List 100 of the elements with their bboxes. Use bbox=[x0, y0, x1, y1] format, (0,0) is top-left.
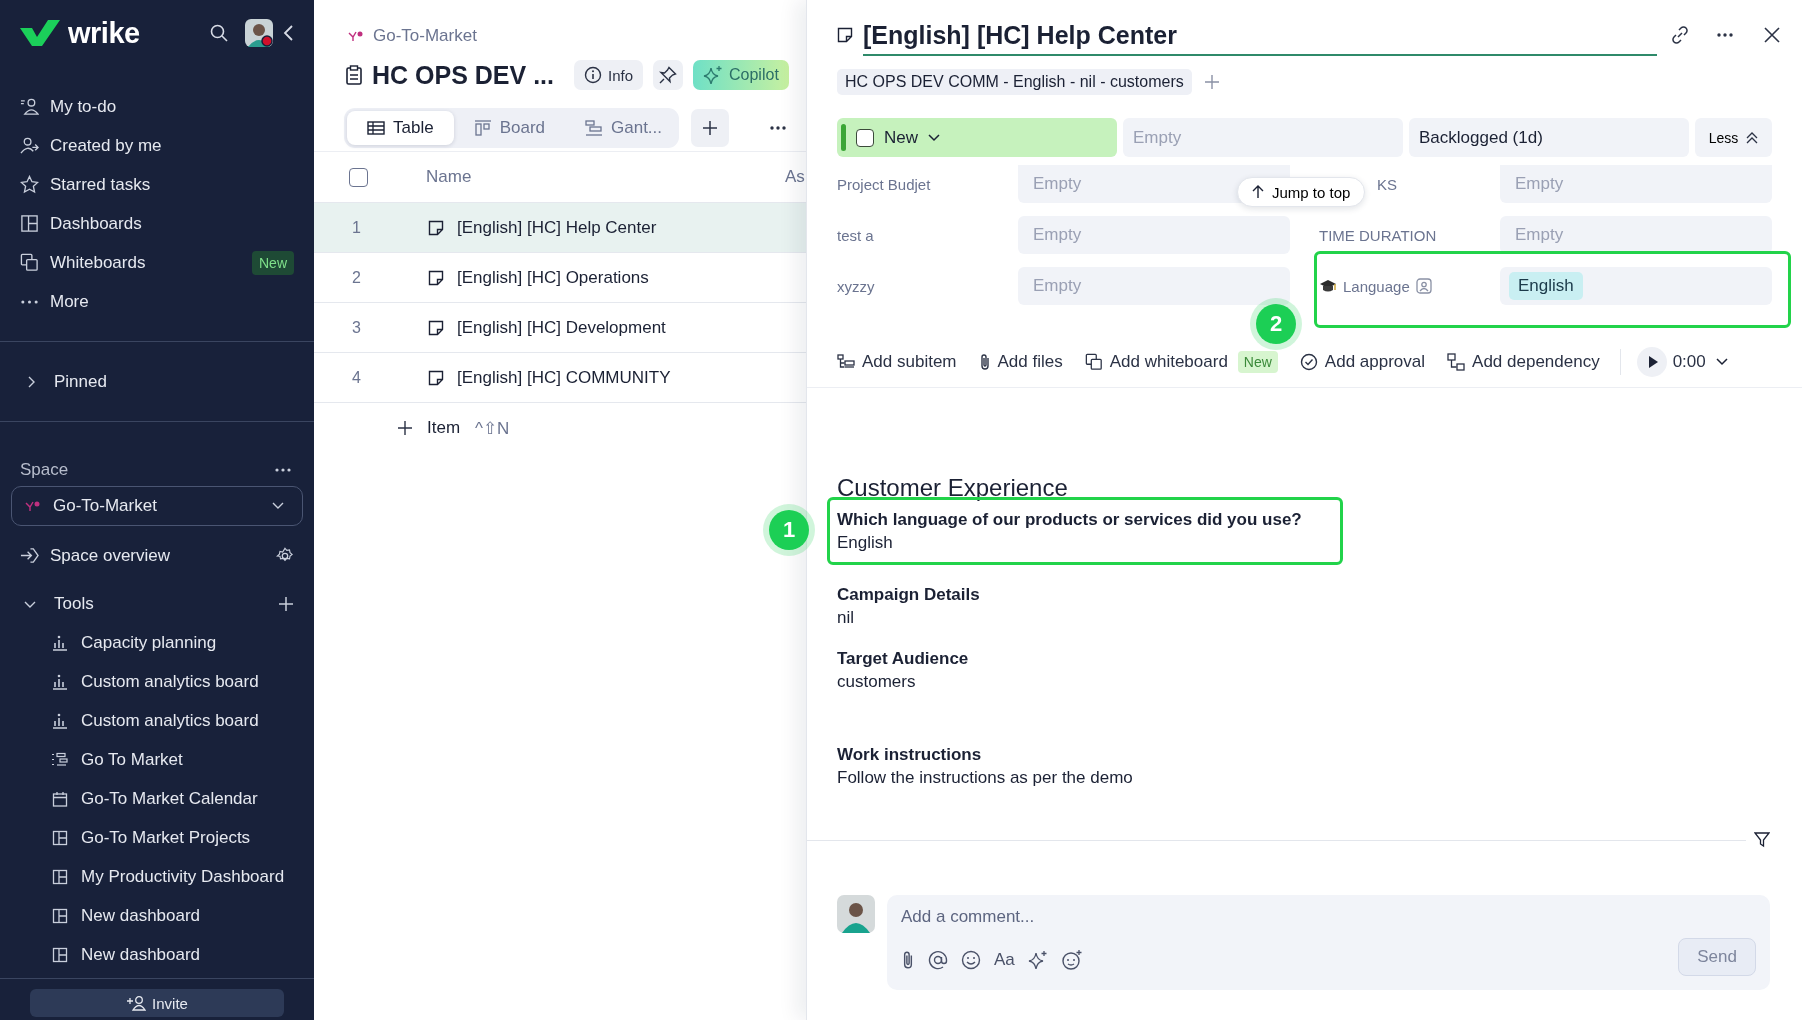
pin-icon bbox=[659, 66, 677, 84]
bar-chart-icon bbox=[52, 712, 68, 729]
space-dropdown[interactable]: Go-To-Market bbox=[11, 486, 303, 526]
collapse-icon[interactable] bbox=[282, 24, 294, 42]
add-view-button[interactable] bbox=[691, 109, 729, 147]
less-button[interactable]: Less bbox=[1695, 118, 1772, 157]
search-icon[interactable] bbox=[210, 24, 228, 42]
gantt-icon bbox=[52, 751, 68, 768]
field-label: TIME DURATION bbox=[1319, 226, 1437, 244]
tool-item[interactable]: Custom analytics board bbox=[0, 662, 314, 701]
filter-icon[interactable] bbox=[1754, 832, 1770, 848]
nav-item[interactable]: Created by me bbox=[0, 126, 314, 165]
copilot-button[interactable]: Copilot bbox=[693, 60, 789, 90]
space-icon bbox=[348, 30, 364, 42]
detail-label: Which language of our products or services did you use? bbox=[837, 509, 1303, 531]
whiteboard-icon bbox=[20, 253, 39, 272]
field-label: xyzzy bbox=[837, 277, 876, 295]
nav-item[interactable]: Dashboards bbox=[0, 204, 314, 243]
view-tab[interactable]: Gant... bbox=[565, 111, 683, 145]
more-icon bbox=[20, 299, 39, 304]
subitem-icon bbox=[837, 354, 855, 370]
person-list-icon bbox=[20, 97, 39, 116]
table-row[interactable]: 4 [English] [HC] COMMUNITY bbox=[314, 353, 806, 403]
table-row[interactable]: 2 [English] [HC] Operations bbox=[314, 253, 806, 303]
invite-button[interactable]: Invite bbox=[30, 989, 284, 1017]
task-icon bbox=[428, 269, 444, 286]
field-value[interactable]: English bbox=[1500, 267, 1772, 305]
dashboard-icon bbox=[52, 946, 68, 963]
bot-icon[interactable] bbox=[1060, 949, 1083, 971]
breadcrumb-link[interactable]: Go-To-Market bbox=[373, 26, 477, 46]
project-tag[interactable]: HC OPS DEV COMM - English - nil - customers bbox=[837, 69, 1192, 95]
emoji-icon[interactable] bbox=[961, 950, 981, 970]
tool-item[interactable]: Go-To Market Calendar bbox=[0, 779, 314, 818]
section-heading: Customer Experience bbox=[837, 474, 1069, 502]
chevron-down-icon bbox=[272, 502, 284, 510]
action-button[interactable]: Add approval bbox=[1299, 352, 1426, 372]
status-checkbox[interactable] bbox=[856, 128, 874, 147]
action-button[interactable]: Add dependency bbox=[1447, 352, 1600, 372]
tool-item[interactable]: Go To Market bbox=[0, 740, 314, 779]
more-icon[interactable] bbox=[274, 467, 292, 473]
field-label: test a bbox=[837, 226, 875, 244]
nav-item[interactable]: Whiteboards New bbox=[0, 243, 314, 282]
section-label: Space bbox=[20, 460, 69, 480]
person-arrow-icon bbox=[20, 136, 39, 155]
format-button[interactable]: Aa bbox=[994, 950, 1015, 970]
table-row[interactable]: 1 [English] [HC] Help Center bbox=[314, 203, 806, 253]
avatar[interactable] bbox=[244, 18, 274, 48]
state-field[interactable]: Backlogged (1d) bbox=[1409, 118, 1689, 157]
tool-item[interactable]: Capacity planning bbox=[0, 623, 314, 662]
tool-item[interactable]: New dashboard bbox=[0, 896, 314, 935]
dashboard-icon bbox=[52, 907, 68, 924]
column-header[interactable]: Name bbox=[426, 167, 472, 187]
task-title-field[interactable]: [English] [HC] Help Center bbox=[863, 20, 1657, 56]
tool-item[interactable]: Custom analytics board bbox=[0, 701, 314, 740]
nav-item[interactable]: More bbox=[0, 282, 314, 321]
nav-item[interactable]: My to-do bbox=[0, 87, 314, 126]
tools-section[interactable]: Tools bbox=[0, 584, 314, 623]
status-dropdown[interactable]: New bbox=[837, 118, 1117, 157]
detail-value: nil bbox=[837, 607, 855, 629]
pinned-section[interactable]: Pinned bbox=[0, 362, 314, 401]
paperclip-icon[interactable] bbox=[901, 950, 915, 970]
comment-input[interactable]: Add a comment... bbox=[901, 905, 1756, 929]
pin-button[interactable] bbox=[653, 60, 683, 90]
jump-to-top-toast[interactable]: Jump to top bbox=[1237, 177, 1366, 207]
action-button[interactable]: Add whiteboard bbox=[1084, 352, 1228, 372]
more-icon[interactable] bbox=[769, 125, 787, 131]
action-button[interactable]: Add subitem bbox=[837, 352, 957, 372]
space-overview-item[interactable]: Space overview bbox=[0, 536, 314, 575]
person-card-icon bbox=[1415, 278, 1432, 294]
tool-item[interactable]: New dashboard bbox=[0, 935, 314, 974]
view-tab[interactable]: Table bbox=[347, 111, 454, 145]
view-tab[interactable]: Board bbox=[453, 111, 565, 145]
dashboard-icon bbox=[20, 214, 39, 233]
select-all-checkbox[interactable] bbox=[349, 167, 368, 187]
new-badge: New bbox=[252, 250, 294, 275]
link-icon[interactable] bbox=[1670, 25, 1690, 45]
more-icon[interactable] bbox=[1716, 32, 1734, 38]
chevron-down-icon[interactable] bbox=[1715, 358, 1728, 366]
action-button[interactable]: Add files bbox=[978, 352, 1063, 372]
add-item-button[interactable]: Item ^⇧N bbox=[314, 403, 806, 453]
step-marker: 2 bbox=[1256, 304, 1296, 344]
sparkle-icon[interactable] bbox=[1027, 950, 1048, 970]
task-icon bbox=[837, 27, 853, 43]
add-icon[interactable] bbox=[278, 595, 294, 612]
mention-icon[interactable] bbox=[928, 950, 948, 970]
column-header[interactable]: As bbox=[785, 167, 805, 187]
bar-chart-icon bbox=[52, 673, 68, 690]
graduation-cap-icon bbox=[1319, 278, 1337, 294]
table-row[interactable]: 3 [English] [HC] Development bbox=[314, 303, 806, 353]
detail-value: Follow the instructions as per the demo bbox=[837, 767, 1134, 789]
row-number: 2 bbox=[352, 268, 362, 287]
close-icon[interactable] bbox=[1764, 27, 1780, 43]
field-label: Project Budjet bbox=[837, 175, 932, 193]
comment-box[interactable]: Add a comment... Aa Send bbox=[887, 895, 1770, 990]
info-button[interactable]: Info bbox=[574, 60, 643, 90]
tool-item[interactable]: Go-To Market Projects bbox=[0, 818, 314, 857]
logo-text: wrike bbox=[68, 16, 140, 50]
nav-item[interactable]: Starred tasks bbox=[0, 165, 314, 204]
play-button[interactable] bbox=[1636, 347, 1667, 377]
tool-item[interactable]: My Productivity Dashboard bbox=[0, 857, 314, 896]
